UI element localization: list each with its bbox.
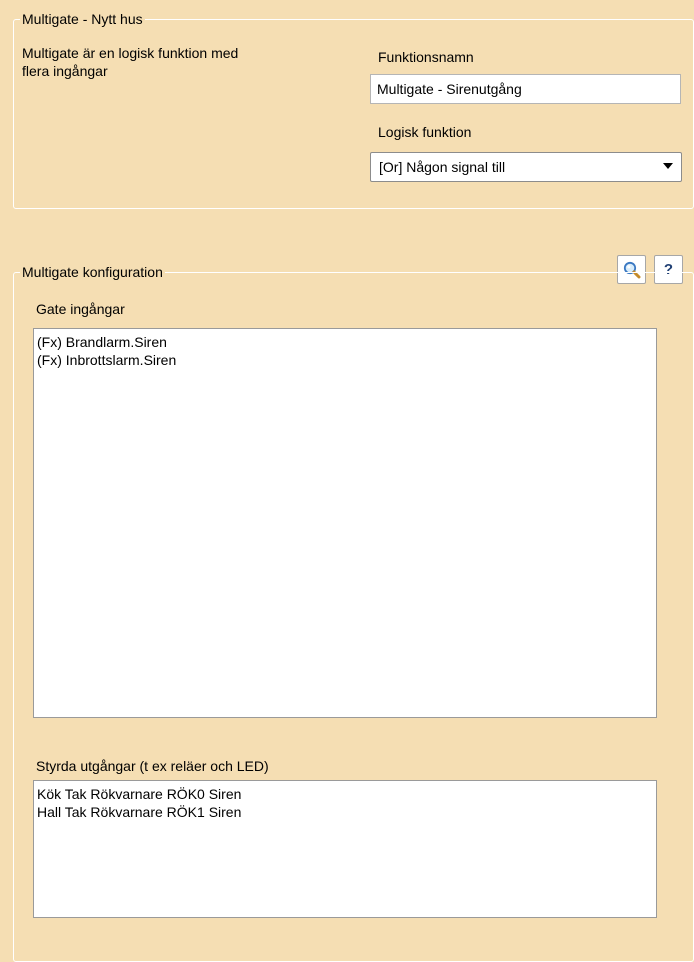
controlled-outputs-label: Styrda utgångar (t ex reläer och LED) — [36, 758, 269, 774]
logic-function-select[interactable]: [Or] Någon signal till — [370, 152, 682, 182]
function-name-input[interactable]: Multigate - Sirenutgång — [370, 74, 681, 104]
list-item[interactable]: (Fx) Inbrottslarm.Siren — [37, 351, 653, 369]
group-title: Multigate konfiguration — [20, 264, 165, 280]
description-text-line2: flera ingångar — [22, 63, 108, 79]
group-title: Multigate - Nytt hus — [20, 11, 145, 27]
gate-inputs-label: Gate ingångar — [36, 301, 125, 317]
list-item[interactable]: Hall Tak Rökvarnare RÖK1 Siren — [37, 803, 653, 821]
gate-inputs-list[interactable]: (Fx) Brandlarm.Siren (Fx) Inbrottslarm.S… — [33, 328, 657, 718]
list-item[interactable]: (Fx) Brandlarm.Siren — [37, 333, 653, 351]
logic-function-label: Logisk funktion — [378, 124, 472, 140]
controlled-outputs-list[interactable]: Kök Tak Rökvarnare RÖK0 Siren Hall Tak R… — [33, 780, 657, 918]
chevron-down-icon[interactable] — [663, 163, 673, 169]
logic-function-selected-value: [Or] Någon signal till — [379, 159, 506, 175]
list-item[interactable]: Kök Tak Rökvarnare RÖK0 Siren — [37, 785, 653, 803]
function-name-label: Funktionsnamn — [378, 49, 474, 65]
description-text-line1: Multigate är en logisk funktion med — [22, 45, 239, 61]
